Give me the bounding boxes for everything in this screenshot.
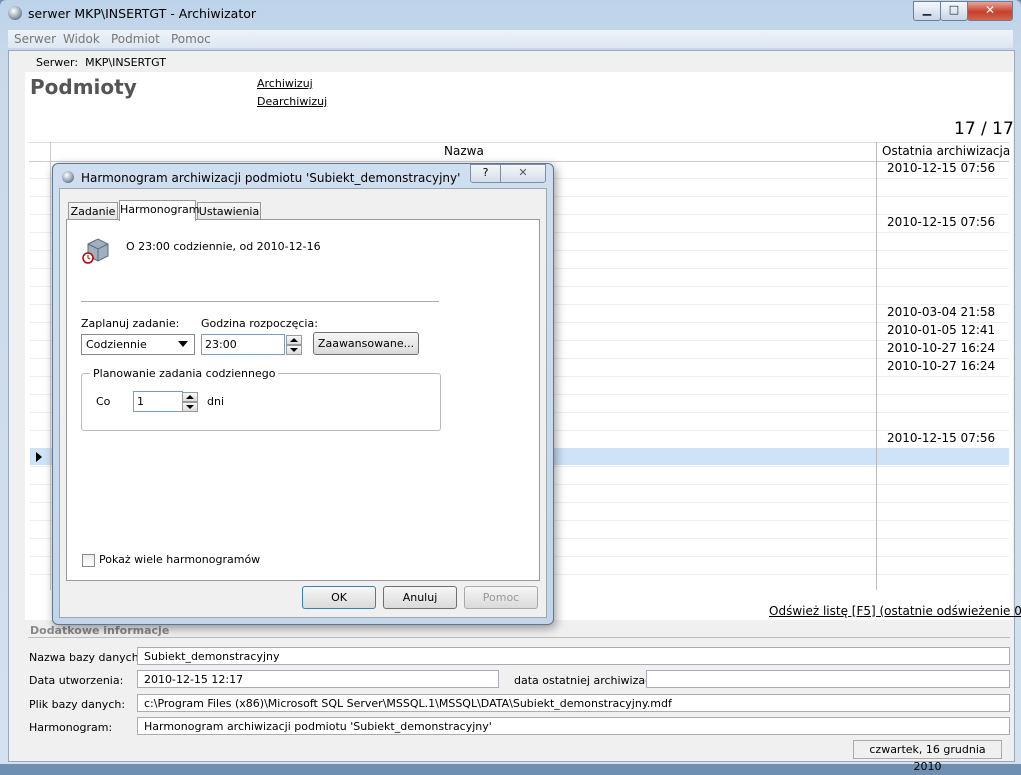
dialog-help-button[interactable]: ? [470,164,501,183]
table-cell-date: 2010-12-15 07:56 [887,161,996,175]
row-indicator-icon [36,452,42,462]
divider [28,637,1010,638]
table-cell-date: 2010-01-05 12:41 [887,323,996,337]
page-title: Podmioty [30,75,137,99]
group-title: Planowanie zadania codziennego [90,367,279,380]
column-separator [876,142,877,590]
archive-link[interactable]: Archiwizuj [257,77,313,90]
menu-bar: Serwer Widok Podmiot Pomoc [8,30,1013,48]
help-button[interactable]: Pomoc [464,586,538,609]
schedule-field[interactable]: Harmonogram archiwizacji podmiotu 'Subie… [137,717,1010,735]
db-file-field[interactable]: c:\Program Files (x86)\Microsoft SQL Ser… [137,694,1010,712]
dearchive-link[interactable]: Dearchiwizuj [257,95,327,108]
title-bar[interactable]: serwer MKP\INSERTGT - Archiwizator ▁ □ ✕ [0,0,1021,28]
time-spin-down-button[interactable] [286,345,302,355]
menu-serwer[interactable]: Serwer [14,32,56,46]
record-counter: 17 / 17 [954,119,1014,139]
app-icon [8,6,22,20]
days-spin-down-button[interactable] [182,402,198,412]
status-bar-date: czwartek, 16 grudnia 2010 [853,740,1002,773]
tab-ustawienia[interactable]: Ustawienia [197,202,261,220]
dialog-title: Harmonogram archiwizacji podmiotu 'Subie… [81,171,461,185]
time-spin-up-button[interactable] [286,335,302,345]
window-title: serwer MKP\INSERTGT - Archiwizator [28,6,257,21]
db-name-label: Nazwa bazy danych: [29,651,143,664]
ok-button[interactable]: OK [302,586,376,609]
tab-zadanie[interactable]: Zadanie [68,202,118,220]
plan-label: Zaplanuj zadanie: [81,317,180,330]
menu-podmiot[interactable]: Podmiot [111,32,160,46]
days-label: dni [207,395,225,408]
cancel-button[interactable]: Anuluj [383,586,457,609]
minimize-button[interactable]: ▁ [913,1,941,21]
start-time-label: Godzina rozpoczęcia: [201,317,318,330]
created-field[interactable]: 2010-12-15 12:17 [137,670,499,688]
start-time-input[interactable]: 23:00 [201,334,285,355]
additional-info-header: Dodatkowe informacje [30,624,170,637]
close-button[interactable]: ✕ [967,1,1013,21]
table-cell-date: 2010-10-27 16:24 [887,359,996,373]
schedule-summary: O 23:00 codziennie, od 2010-12-16 [126,240,321,253]
table-cell-date: 2010-12-15 07:56 [887,431,996,445]
server-value: MKP\INSERTGT [85,56,166,69]
tab-harmonogram[interactable]: Harmonogram [119,200,199,221]
days-interval-input[interactable]: 1 [133,391,183,412]
every-label: Co [96,395,111,408]
server-label: Serwer: MKP\INSERTGT [36,56,166,69]
menu-widok[interactable]: Widok [63,32,100,46]
multi-schedule-label[interactable]: Pokaż wiele harmonogramów [99,553,260,566]
last-archive-label: data ostatniej archiwizacji: [514,674,661,687]
db-name-field[interactable]: Subiekt_demonstracyjny [137,647,1010,665]
table-cell-date: 2010-12-15 07:56 [887,215,996,229]
dialog-close-button[interactable]: ✕ [500,164,546,183]
refresh-link[interactable]: Odśwież listę [F5] (ostatnie odświeżenie… [769,604,1021,618]
advanced-button[interactable]: Zaawansowane... [313,332,419,355]
menu-pomoc[interactable]: Pomoc [171,32,211,46]
column-header-name[interactable]: Nazwa [444,144,484,158]
grid-header [29,142,1009,162]
table-cell-date: 2010-03-04 21:58 [887,305,996,319]
dialog-app-icon [62,171,74,183]
db-file-label: Plik bazy danych: [29,698,126,711]
last-archive-field[interactable] [646,670,1010,688]
divider [81,301,439,302]
column-separator [50,142,51,590]
maximize-button[interactable]: □ [940,1,968,21]
chevron-down-icon[interactable] [178,341,188,347]
schedule-icon [82,238,109,264]
schedule-label: Harmonogram: [29,721,113,734]
multi-schedule-checkbox[interactable] [82,554,95,567]
table-cell-date: 2010-10-27 16:24 [887,341,996,355]
column-header-last-archive[interactable]: Ostatnia archiwizacja [882,144,1010,158]
created-label: Data utworzenia: [29,674,124,687]
days-spin-up-button[interactable] [182,392,198,402]
